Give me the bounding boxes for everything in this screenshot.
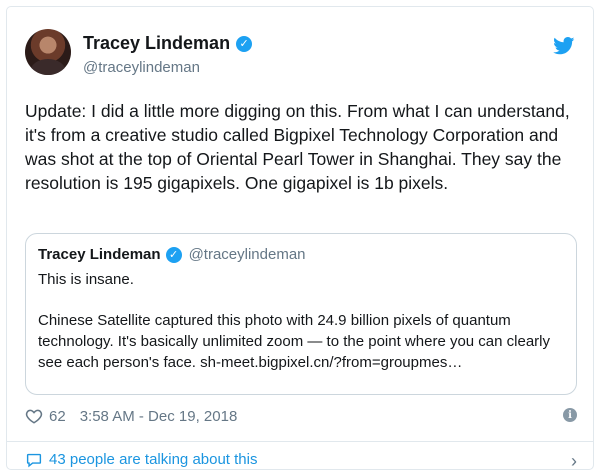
verified-icon: ✓ (236, 35, 253, 52)
comment-bubble-icon (26, 453, 42, 468)
timestamp[interactable]: 3:58 AM - Dec 19, 2018 (80, 408, 238, 425)
quoted-author-row: Tracey Lindeman ✓ @traceylindeman (38, 246, 564, 263)
quoted-text-line1: This is insane. (38, 271, 134, 288)
avatar[interactable] (25, 29, 71, 75)
conversation-link[interactable]: 43 people are talking about this › (25, 451, 577, 471)
twitter-bird-icon[interactable] (553, 37, 575, 55)
quoted-tweet[interactable]: Tracey Lindeman ✓ @traceylindeman This i… (25, 233, 577, 395)
quoted-handle[interactable]: @traceylindeman (189, 246, 306, 263)
verified-icon: ✓ (165, 246, 182, 263)
handle[interactable]: @traceylindeman (83, 59, 200, 76)
author-name-row[interactable]: Tracey Lindeman ✓ (83, 33, 253, 54)
quoted-text-line2: Chinese Satellite captured this photo wi… (38, 312, 551, 371)
info-icon[interactable]: i (563, 408, 577, 422)
quoted-display-name[interactable]: Tracey Lindeman (38, 246, 161, 263)
display-name[interactable]: Tracey Lindeman (83, 33, 230, 54)
meta-row: 62 3:58 AM - Dec 19, 2018 i (25, 407, 577, 425)
heart-icon[interactable] (25, 407, 43, 425)
avatar-shoulders (31, 59, 65, 75)
tweet-text: Update: I did a little more digging on t… (25, 101, 570, 193)
divider (7, 441, 593, 442)
chevron-right-icon[interactable]: › (571, 451, 577, 472)
conversation-text[interactable]: 43 people are talking about this (49, 451, 257, 468)
tweet-card: Tracey Lindeman ✓ @traceylindeman Update… (6, 6, 594, 471)
like-count[interactable]: 62 (49, 408, 66, 425)
